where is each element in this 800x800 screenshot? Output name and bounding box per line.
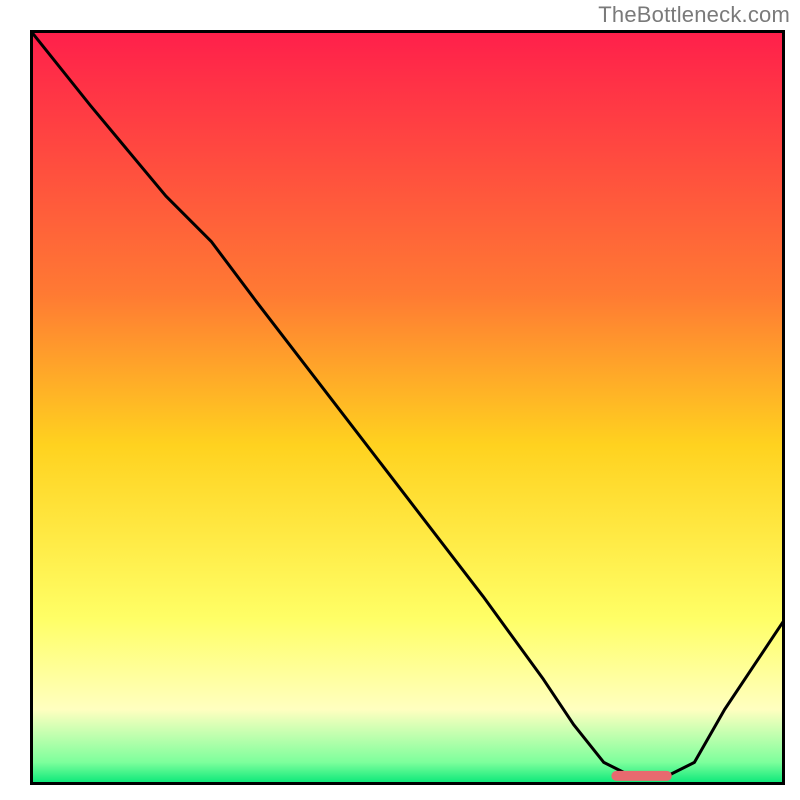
chart-frame: TheBottleneck.com	[0, 0, 800, 800]
watermark-label: TheBottleneck.com	[598, 2, 790, 28]
chart-svg	[30, 30, 785, 785]
optimal-range-marker	[611, 771, 671, 781]
plot-area	[30, 30, 785, 785]
gradient-background	[30, 30, 785, 785]
